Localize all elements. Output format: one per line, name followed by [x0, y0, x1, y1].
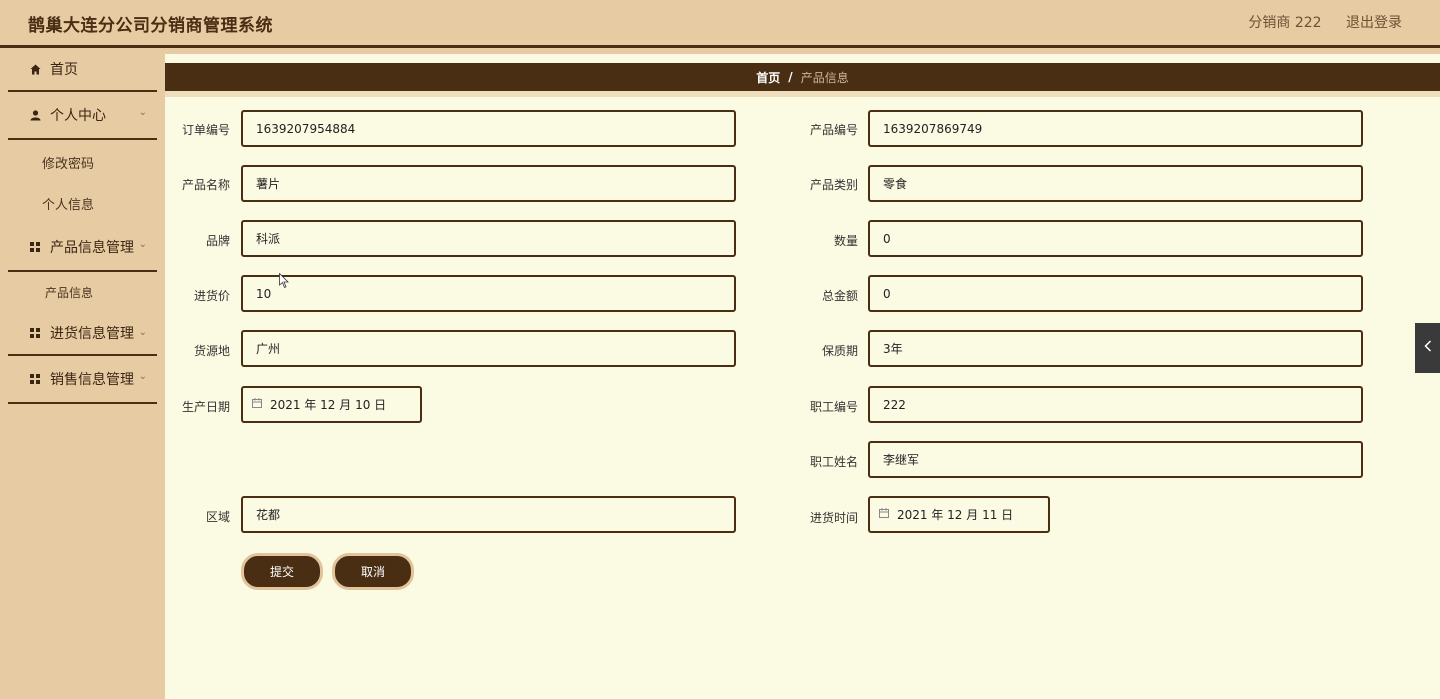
sidebar-item-label: 产品信息管理 — [50, 240, 134, 256]
chevron-down-icon: ⌄ — [138, 107, 147, 118]
breadcrumb: 首页 / 产品信息 — [165, 63, 1440, 91]
sidebar: 首页 个人中心 ⌄ 修改密码 个人信息 产品信息管理 ⌄ 产品信息 进货信息管理… — [0, 48, 165, 699]
purchase-time-label: 进货时间 — [809, 511, 858, 525]
breadcrumb-shadow — [165, 91, 1440, 97]
sidebar-item-label: 首页 — [50, 62, 78, 78]
order-no-field[interactable]: 1639207954884 — [241, 110, 736, 147]
total-amount-label: 总金额 — [821, 289, 858, 303]
purchase-time-picker[interactable]: 2021 年 12 月 11 日 — [868, 496, 1050, 533]
product-no-label: 产品编号 — [809, 123, 858, 137]
sidebar-item-product-mgmt[interactable]: 产品信息管理 ⌄ — [8, 224, 157, 272]
shelf-life-label: 保质期 — [821, 344, 858, 358]
sidebar-item-label: 进货信息管理 — [50, 326, 134, 342]
quantity-label: 数量 — [833, 234, 858, 248]
purchase-price-label: 进货价 — [193, 289, 230, 303]
chevron-down-icon: ⌄ — [138, 239, 147, 250]
sidebar-item-personal-info[interactable]: 个人信息 — [8, 183, 157, 224]
product-category-label: 产品类别 — [809, 178, 858, 192]
breadcrumb-separator: / — [788, 70, 793, 84]
purchase-time-value: 2021 年 12 月 11 日 — [897, 508, 1014, 522]
sidebar-item-product-info[interactable]: 产品信息 — [8, 272, 157, 312]
brand-field[interactable]: 科派 — [241, 220, 736, 257]
submit-button[interactable]: 提交 — [241, 553, 323, 590]
sidebar-item-personal-center[interactable]: 个人中心 ⌄ — [8, 92, 157, 140]
breadcrumb-current: 产品信息 — [800, 70, 849, 85]
employee-no-field[interactable]: 222 — [868, 386, 1363, 423]
sidebar-item-label: 销售信息管理 — [50, 372, 134, 388]
sidebar-item-change-password[interactable]: 修改密码 — [8, 142, 157, 183]
home-icon — [28, 64, 42, 75]
sidebar-item-sales-mgmt[interactable]: 销售信息管理 ⌄ — [8, 356, 157, 404]
region-label: 区域 — [205, 510, 230, 524]
employee-name-label: 职工姓名 — [809, 455, 858, 469]
origin-label: 货源地 — [193, 344, 230, 358]
brand-label: 品牌 — [205, 234, 230, 248]
sidebar-item-label: 个人中心 — [50, 108, 106, 124]
calendar-icon — [879, 508, 889, 521]
employee-no-label: 职工编号 — [809, 400, 858, 414]
product-no-field[interactable]: 1639207869749 — [868, 110, 1363, 147]
grid-icon — [28, 328, 42, 338]
breadcrumb-home[interactable]: 首页 — [756, 69, 780, 86]
shelf-life-field[interactable]: 3年 — [868, 330, 1363, 367]
header-user-area: 分销商 222 退出登录 — [1228, 12, 1402, 32]
chevron-left-icon — [1423, 340, 1432, 356]
purchase-price-field[interactable]: 10 — [241, 275, 736, 312]
production-date-label: 生产日期 — [181, 400, 230, 414]
product-category-field[interactable]: 零食 — [868, 165, 1363, 202]
product-name-field[interactable]: 薯片 — [241, 165, 736, 202]
chevron-down-icon: ⌄ — [138, 371, 147, 382]
current-user[interactable]: 分销商 222 — [1248, 15, 1321, 31]
production-date-value: 2021 年 12 月 10 日 — [270, 398, 387, 412]
app-title: 鹊巢大连分公司分销商管理系统 — [28, 16, 273, 36]
calendar-icon — [252, 398, 262, 411]
total-amount-field[interactable]: 0 — [868, 275, 1363, 312]
quantity-field[interactable]: 0 — [868, 220, 1363, 257]
region-field[interactable]: 花都 — [241, 496, 736, 533]
chevron-down-icon: ⌄ — [138, 327, 147, 338]
product-name-label: 产品名称 — [181, 178, 230, 192]
production-date-picker[interactable]: 2021 年 12 月 10 日 — [241, 386, 422, 423]
sidebar-item-home[interactable]: 首页 — [8, 48, 157, 92]
grid-icon — [28, 374, 42, 384]
grid-icon — [28, 242, 42, 252]
user-icon — [28, 109, 42, 121]
top-header: 鹊巢大连分公司分销商管理系统 分销商 222 退出登录 — [0, 0, 1440, 48]
mouse-cursor-icon — [279, 272, 289, 293]
collapse-panel-button[interactable] — [1415, 323, 1440, 373]
cancel-button[interactable]: 取消 — [332, 553, 414, 590]
logout-link[interactable]: 退出登录 — [1346, 15, 1402, 31]
origin-field[interactable]: 广州 — [241, 330, 736, 367]
sidebar-item-purchase-mgmt[interactable]: 进货信息管理 ⌄ — [8, 312, 157, 356]
top-strip — [165, 48, 1440, 54]
order-no-label: 订单编号 — [181, 123, 230, 137]
employee-name-field[interactable]: 李继军 — [868, 441, 1363, 478]
